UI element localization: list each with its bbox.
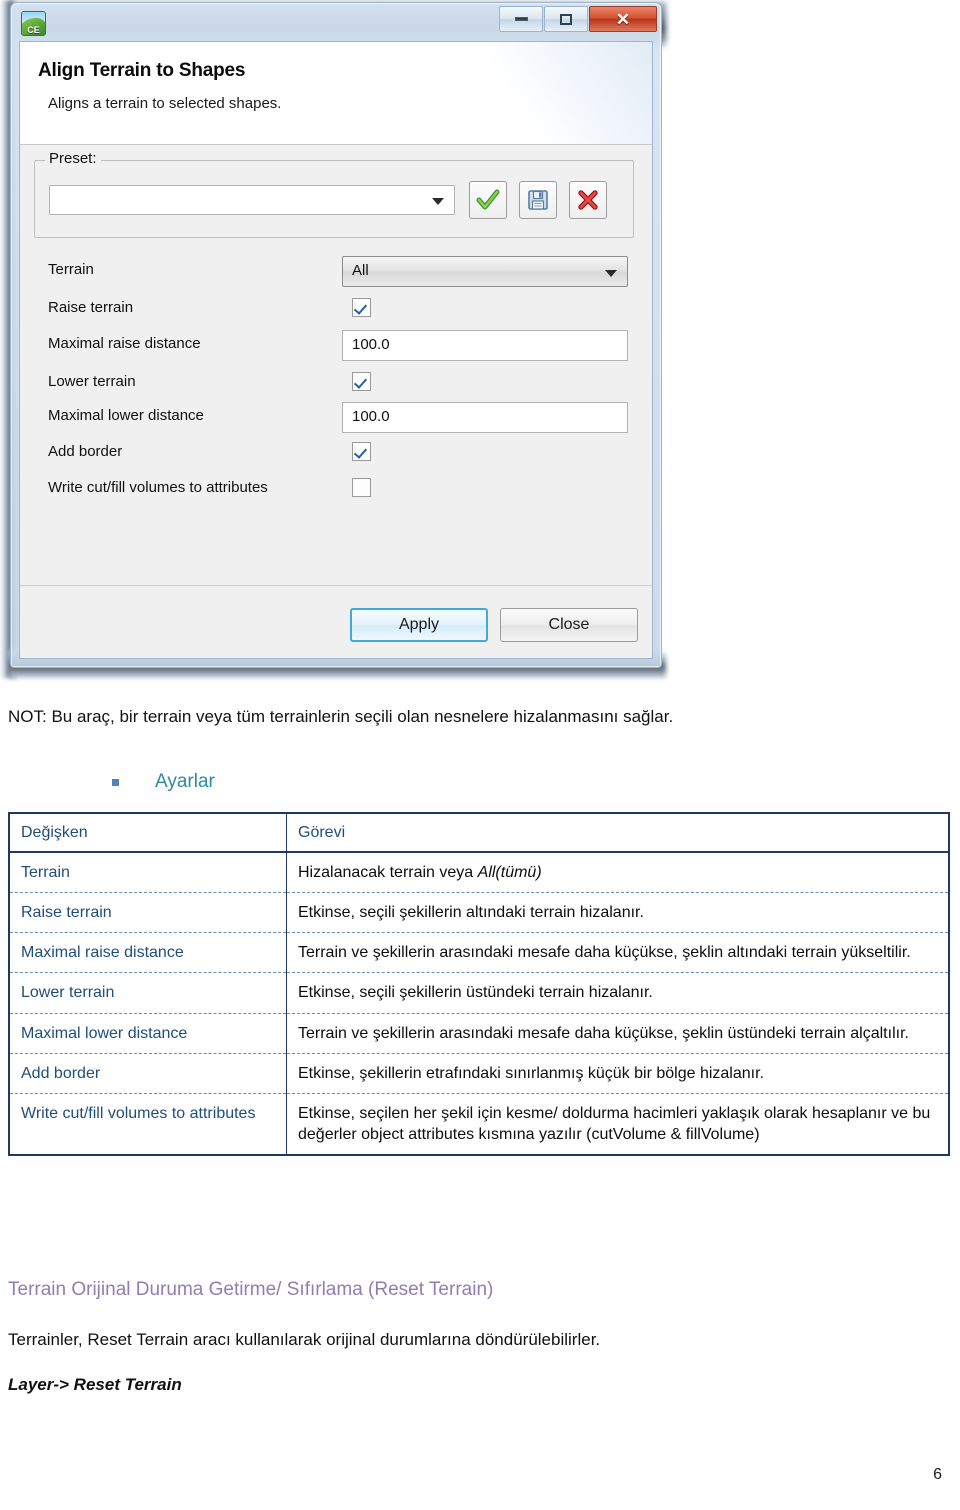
chevron-down-icon bbox=[432, 198, 444, 205]
table-cell-variable: Lower terrain bbox=[10, 972, 287, 1014]
maximal-lower-distance-value: 100.0 bbox=[352, 408, 390, 425]
field-label-maximal-lower-distance: Maximal lower distance bbox=[48, 407, 204, 424]
note-paragraph: NOT: Bu araç, bir terrain veya tüm terra… bbox=[8, 707, 674, 726]
screenshot-region: CE ✕ Align Terrain to Shapes Aligns a te… bbox=[0, 0, 666, 678]
maximize-icon bbox=[560, 13, 572, 25]
delete-preset-button[interactable] bbox=[569, 181, 607, 219]
table-cell-variable: Write cut/fill volumes to attributes bbox=[10, 1092, 287, 1154]
field-label-raise-terrain: Raise terrain bbox=[48, 299, 134, 316]
table-cell-variable: Terrain bbox=[10, 851, 287, 893]
table-row: Raise terrain Etkinse, seçili şekillerin … bbox=[10, 892, 948, 933]
reset-terrain-menu-path: Layer-> Reset Terrain bbox=[8, 1375, 182, 1394]
raise-terrain-checkbox[interactable] bbox=[352, 298, 371, 317]
maximal-raise-distance-value: 100.0 bbox=[352, 336, 390, 353]
field-label-maximal-raise-distance: Maximal raise distance bbox=[48, 335, 201, 352]
table-cell-description: Hizalanacak terrain veya All(tümü) bbox=[286, 851, 948, 893]
apply-button[interactable]: Apply bbox=[350, 608, 488, 642]
align-terrain-dialog-window: CE ✕ Align Terrain to Shapes Aligns a te… bbox=[10, 2, 662, 668]
square-bullet-icon bbox=[112, 778, 119, 786]
table-cell-variable: Maximal lower distance bbox=[10, 1012, 287, 1054]
table-header-variable: Değişken bbox=[10, 814, 287, 854]
write-volumes-checkbox[interactable] bbox=[352, 478, 371, 497]
table-row: Terrain Hizalanacak terrain veya All(tümü… bbox=[10, 851, 948, 893]
field-row-maximal-lower-distance: Maximal lower distance 100.0 bbox=[20, 400, 652, 436]
title-bar[interactable]: CE ✕ bbox=[11, 3, 661, 41]
table-cell-description: Etkinse, seçili şekillerin üstündeki ter… bbox=[286, 972, 948, 1014]
table-row: Write cut/fill volumes to attributes Etki… bbox=[10, 1092, 948, 1154]
reset-terrain-heading: Terrain Orijinal Duruma Getirme/ Sıfırla… bbox=[8, 1279, 494, 1300]
table-header-description: Görevi bbox=[286, 814, 948, 854]
preset-combobox[interactable] bbox=[49, 185, 455, 215]
apply-preset-button[interactable] bbox=[469, 181, 507, 219]
close-icon: ✕ bbox=[615, 9, 631, 29]
field-row-terrain: Terrain All bbox=[20, 254, 652, 290]
page-number: 6 bbox=[933, 1466, 942, 1483]
field-label-lower-terrain: Lower terrain bbox=[48, 373, 136, 390]
maximize-button[interactable] bbox=[544, 6, 588, 32]
maximal-raise-distance-input[interactable]: 100.0 bbox=[342, 330, 628, 361]
window-controls: ✕ bbox=[498, 6, 657, 34]
table-row: Maximal raise distance Terrain ve şekille… bbox=[10, 932, 948, 973]
table-cell-description: Etkinse, seçilen her şekil için kesme/ d… bbox=[286, 1092, 948, 1154]
chevron-down-icon bbox=[605, 269, 617, 277]
dialog-client-area: Align Terrain to Shapes Aligns a terrain… bbox=[19, 41, 653, 659]
settings-table: Değişken Görevi Terrain Hizalanacak terra… bbox=[8, 812, 950, 1156]
field-label-terrain: Terrain bbox=[48, 261, 94, 278]
table-cell-variable: Add border bbox=[10, 1052, 287, 1094]
terrain-combobox[interactable]: All bbox=[342, 256, 628, 287]
field-row-lower-terrain: Lower terrain bbox=[20, 366, 652, 402]
close-dialog-button[interactable]: Close bbox=[500, 608, 638, 642]
floppy-save-icon bbox=[528, 190, 548, 210]
table-row: Lower terrain Etkinse, seçili şekillerin … bbox=[10, 972, 948, 1014]
settings-heading: Ayarlar bbox=[155, 771, 215, 792]
emphasis-text: All(tümü) bbox=[477, 864, 542, 882]
table-cell-description: Terrain ve şekillerin arasındaki mesafe … bbox=[286, 1012, 948, 1054]
minimize-button[interactable] bbox=[499, 6, 543, 32]
app-logo-label: CE bbox=[27, 25, 40, 35]
app-logo-icon: CE bbox=[21, 11, 46, 36]
dialog-subtitle: Aligns a terrain to selected shapes. bbox=[48, 95, 282, 112]
dialog-title: Align Terrain to Shapes bbox=[38, 60, 246, 81]
lower-terrain-checkbox[interactable] bbox=[352, 372, 371, 391]
table-cell-variable: Maximal raise distance bbox=[10, 932, 287, 973]
table-row: Add border Etkinse, şekillerin etrafındak… bbox=[10, 1052, 948, 1094]
table-header-row: Değişken Görevi bbox=[10, 814, 948, 854]
minimize-icon bbox=[514, 17, 528, 21]
maximal-lower-distance-input[interactable]: 100.0 bbox=[342, 402, 628, 433]
reset-terrain-paragraph: Terrainler, Reset Terrain aracı kullanıl… bbox=[8, 1330, 601, 1349]
table-cell-description: Etkinse, seçili şekillerin altındaki ter… bbox=[286, 892, 948, 933]
field-label-write-volumes: Write cut/fill volumes to attributes bbox=[48, 479, 268, 496]
table-cell-description: Etkinse, şekillerin etrafındaki sınırlan… bbox=[286, 1052, 948, 1094]
field-row-add-border: Add border bbox=[20, 436, 652, 472]
terrain-combobox-value: All bbox=[352, 262, 369, 279]
close-button[interactable]: ✕ bbox=[589, 6, 657, 32]
table-cell-description: Terrain ve şekillerin arasındaki mesafe … bbox=[286, 932, 948, 973]
red-x-icon bbox=[578, 190, 598, 210]
check-icon bbox=[476, 189, 500, 210]
add-border-checkbox[interactable] bbox=[352, 442, 371, 461]
footer-divider bbox=[20, 585, 652, 586]
table-row: Maximal lower distance Terrain ve şekille… bbox=[10, 1012, 948, 1054]
field-label-add-border: Add border bbox=[48, 443, 123, 460]
dialog-button-bar: Apply Close bbox=[350, 608, 638, 642]
preset-legend: Preset: bbox=[45, 150, 101, 167]
preset-group: Preset: bbox=[34, 150, 634, 238]
dialog-header-band: Align Terrain to Shapes Aligns a terrain… bbox=[20, 42, 652, 145]
field-row-maximal-raise-distance: Maximal raise distance 100.0 bbox=[20, 328, 652, 364]
settings-bullet-row: Ayarlar bbox=[112, 771, 215, 793]
field-row-write-volumes: Write cut/fill volumes to attributes bbox=[20, 472, 652, 508]
save-preset-button[interactable] bbox=[519, 181, 557, 219]
table-cell-variable: Raise terrain bbox=[10, 892, 287, 933]
field-row-raise-terrain: Raise terrain bbox=[20, 292, 652, 328]
